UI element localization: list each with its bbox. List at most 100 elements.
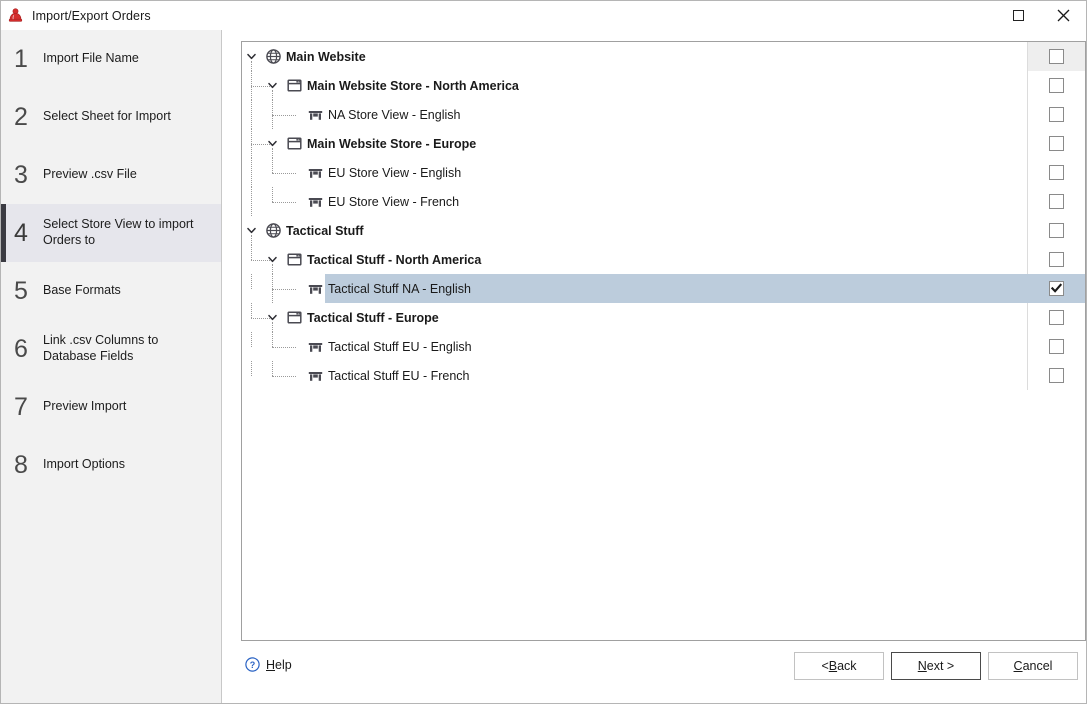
tree-row-checkbox-cell[interactable] bbox=[1027, 187, 1085, 216]
tree-row-checkbox-cell[interactable] bbox=[1027, 42, 1085, 71]
help-link[interactable]: ? Help bbox=[245, 657, 292, 672]
tree-row[interactable]: Tactical Stuff EU - French bbox=[242, 361, 1085, 390]
tree-row-label: Tactical Stuff - Europe bbox=[307, 310, 439, 325]
tree-connector-line bbox=[272, 361, 273, 376]
tree-row[interactable]: EU Store View - French bbox=[242, 187, 1085, 216]
tree-row[interactable]: Main Website Store - Europe bbox=[242, 129, 1085, 158]
step-label: Select Sheet for Import bbox=[43, 109, 171, 124]
store-view-icon bbox=[307, 367, 324, 384]
checkbox-unchecked[interactable] bbox=[1049, 78, 1064, 93]
tree-connector-line bbox=[272, 158, 273, 173]
store-view-tree: Main Website Main Website Store - North A… bbox=[242, 42, 1085, 390]
dialog-window: Import/Export Orders 1 Import File Name … bbox=[0, 0, 1087, 704]
tree-connector-line bbox=[272, 172, 296, 174]
checkbox-unchecked[interactable] bbox=[1049, 310, 1064, 325]
sidebar-step-2[interactable]: 2 Select Sheet for Import bbox=[1, 88, 221, 146]
tree-row-checkbox-cell[interactable] bbox=[1027, 361, 1085, 390]
tree-row[interactable]: Tactical Stuff EU - English bbox=[242, 332, 1085, 361]
checkbox-unchecked[interactable] bbox=[1049, 368, 1064, 383]
chevron-down-icon[interactable] bbox=[264, 245, 280, 274]
tree-connector-line bbox=[272, 375, 296, 377]
tree-row[interactable]: Main Website Store - North America bbox=[242, 71, 1085, 100]
checkbox-unchecked[interactable] bbox=[1049, 194, 1064, 209]
checkbox-unchecked[interactable] bbox=[1049, 339, 1064, 354]
tree-row-checkbox-cell[interactable] bbox=[1027, 216, 1085, 245]
chevron-down-icon[interactable] bbox=[264, 71, 280, 100]
tree-connector-line bbox=[251, 303, 252, 318]
main-content: Main Website Main Website Store - North A… bbox=[223, 30, 1086, 703]
step-number: 1 bbox=[14, 44, 28, 73]
step-number: 7 bbox=[14, 392, 28, 421]
tree-row[interactable]: Main Website bbox=[242, 42, 1085, 71]
tree-row-checkbox-cell[interactable] bbox=[1027, 158, 1085, 187]
sidebar-step-6[interactable]: 6 Link .csv Columns to Database Fields bbox=[1, 320, 221, 378]
tree-row-label: EU Store View - French bbox=[328, 194, 460, 209]
app-logo-icon bbox=[4, 5, 26, 27]
sidebar-step-1[interactable]: 1 Import File Name bbox=[1, 30, 221, 88]
tree-row-checkbox-cell[interactable] bbox=[1027, 100, 1085, 129]
back-button[interactable]: < Back bbox=[794, 652, 884, 680]
help-accel: H bbox=[266, 657, 276, 672]
step-label: Select Store View to import Orders to bbox=[43, 217, 194, 247]
checkbox-unchecked[interactable] bbox=[1049, 252, 1064, 267]
title-bar: Import/Export Orders bbox=[1, 1, 1086, 30]
tree-connector-line bbox=[272, 187, 273, 202]
help-label: Help bbox=[266, 658, 292, 672]
help-circle-icon: ? bbox=[245, 657, 260, 672]
step-label: Base Formats bbox=[43, 283, 121, 298]
wizard-steps-sidebar: 1 Import File Name 2 Select Sheet for Im… bbox=[1, 30, 222, 703]
tree-row[interactable]: Tactical Stuff - North America bbox=[242, 245, 1085, 274]
window-controls bbox=[996, 1, 1086, 30]
step-label: Import Options bbox=[43, 457, 125, 472]
cancel-button[interactable]: Cancel bbox=[988, 652, 1078, 680]
next-button[interactable]: Next > bbox=[891, 652, 981, 680]
tree-row-checkbox-cell[interactable] bbox=[1027, 303, 1085, 332]
tree-row[interactable]: EU Store View - English bbox=[242, 158, 1085, 187]
tree-connector-line bbox=[272, 114, 296, 116]
tree-row[interactable]: NA Store View - English bbox=[242, 100, 1085, 129]
store-icon bbox=[286, 309, 303, 326]
sidebar-step-5[interactable]: 5 Base Formats bbox=[1, 262, 221, 320]
store-view-tree-panel[interactable]: Main Website Main Website Store - North A… bbox=[241, 41, 1086, 641]
tree-connector-line bbox=[251, 187, 252, 216]
checkbox-checked[interactable] bbox=[1049, 281, 1064, 296]
chevron-down-icon[interactable] bbox=[243, 42, 259, 71]
tree-row-checkbox-cell[interactable] bbox=[1027, 71, 1085, 100]
store-icon bbox=[286, 77, 303, 94]
sidebar-step-3[interactable]: 3 Preview .csv File bbox=[1, 146, 221, 204]
checkbox-unchecked[interactable] bbox=[1049, 136, 1064, 151]
maximize-icon[interactable] bbox=[996, 1, 1041, 30]
tree-row-label: Tactical Stuff bbox=[286, 223, 364, 238]
tree-row[interactable]: Tactical Stuff NA - English bbox=[242, 274, 1085, 303]
tree-row-label: Tactical Stuff EU - English bbox=[328, 339, 472, 354]
store-view-icon bbox=[307, 280, 324, 297]
store-view-icon bbox=[307, 106, 324, 123]
checkbox-unchecked[interactable] bbox=[1049, 223, 1064, 238]
tree-row-checkbox-cell[interactable] bbox=[1027, 274, 1085, 303]
sidebar-step-7[interactable]: 7 Preview Import bbox=[1, 378, 221, 436]
tree-row-label: Tactical Stuff NA - English bbox=[325, 278, 474, 299]
tree-row[interactable]: Tactical Stuff - Europe bbox=[242, 303, 1085, 332]
checkbox-unchecked[interactable] bbox=[1049, 165, 1064, 180]
tree-row-label: Tactical Stuff EU - French bbox=[328, 368, 470, 383]
chevron-down-icon[interactable] bbox=[264, 303, 280, 332]
tree-row-checkbox-cell[interactable] bbox=[1027, 129, 1085, 158]
tree-connector-line bbox=[251, 100, 252, 129]
checkbox-unchecked[interactable] bbox=[1049, 49, 1064, 64]
step-label: Import File Name bbox=[43, 51, 139, 66]
chevron-down-icon[interactable] bbox=[264, 129, 280, 158]
tree-connector-line bbox=[251, 158, 252, 187]
sidebar-step-8[interactable]: 8 Import Options bbox=[1, 436, 221, 494]
svg-text:?: ? bbox=[250, 660, 256, 670]
close-icon[interactable] bbox=[1041, 1, 1086, 30]
tree-connector-line bbox=[272, 201, 296, 203]
sidebar-step-4[interactable]: 4 Select Store View to import Orders to bbox=[1, 204, 221, 262]
tree-row-checkbox-cell[interactable] bbox=[1027, 245, 1085, 274]
chevron-down-icon[interactable] bbox=[243, 216, 259, 245]
tree-row-checkbox-cell[interactable] bbox=[1027, 332, 1085, 361]
tree-connector-line bbox=[251, 332, 252, 347]
tree-row[interactable]: Tactical Stuff bbox=[242, 216, 1085, 245]
tree-row-label: Tactical Stuff - North America bbox=[307, 252, 482, 267]
checkbox-unchecked[interactable] bbox=[1049, 107, 1064, 122]
store-icon bbox=[286, 135, 303, 152]
